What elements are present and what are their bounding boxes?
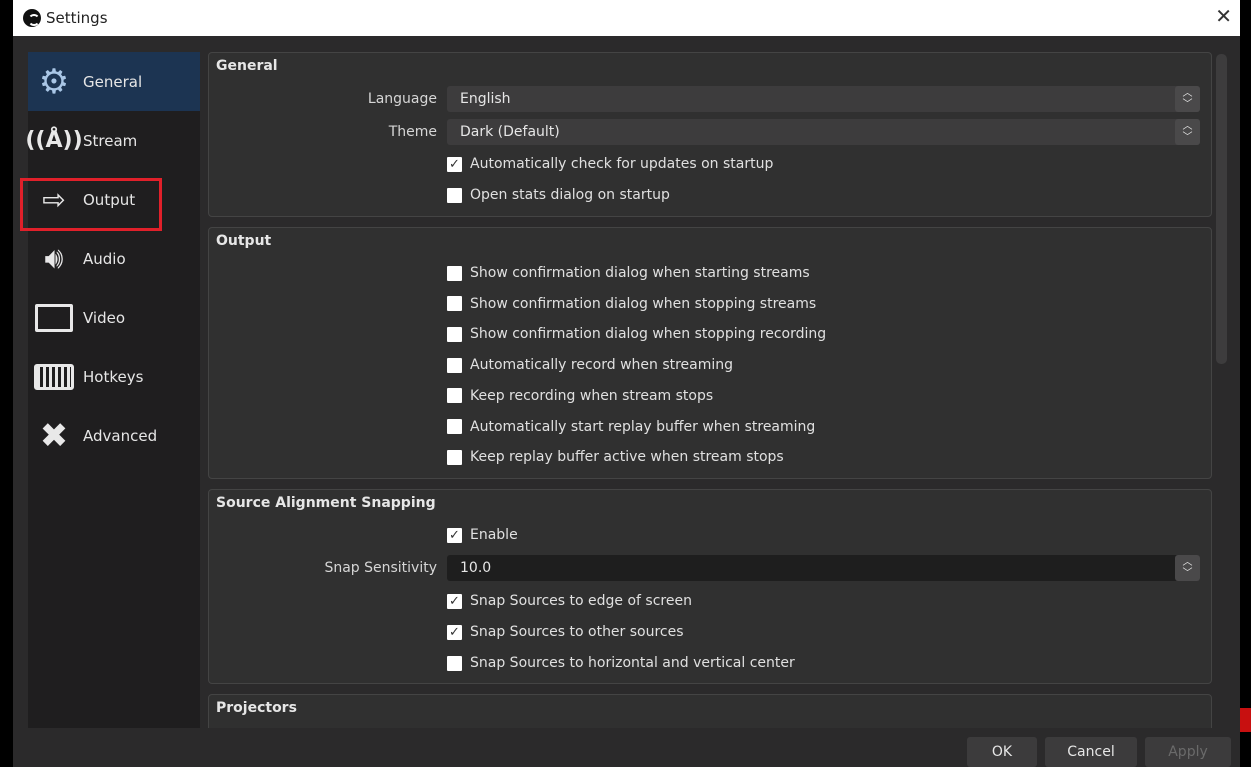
output-checkbox[interactable]: Automatically record when streaming	[447, 357, 733, 373]
sidebar-item-label: Hotkeys	[83, 367, 144, 386]
checkbox-label: Snap Sources to edge of screen	[470, 593, 692, 609]
checkbox-unchecked	[447, 388, 462, 404]
checkbox-unchecked	[447, 326, 462, 342]
open-stats-checkbox[interactable]: Open stats dialog on startup	[447, 187, 670, 203]
window-title: Settings	[46, 9, 108, 27]
snap-edge-checkbox[interactable]: ✓ Snap Sources to edge of screen	[447, 593, 692, 609]
language-label: Language	[367, 91, 437, 107]
sidebar: ⚙ General ((Å)) Stream ⇨ Output 🔊︎ Audio Vid…	[25, 52, 200, 728]
general-group: General Language English ︿ ﹀ Theme Dark (D…	[208, 52, 1212, 217]
sidebar-item-label: Video	[83, 308, 126, 327]
checkbox-unchecked	[447, 655, 462, 671]
output-checkbox[interactable]: Show confirmation dialog when stopping s…	[447, 296, 816, 312]
group-title: Projectors	[216, 700, 297, 716]
sidebar-item-label: General	[83, 72, 143, 91]
sidebar-item-stream[interactable]: ((Å)) Stream	[25, 111, 200, 170]
antenna-icon: ((Å))	[25, 128, 83, 153]
spin-arrows-icon[interactable]: ︿ ﹀	[1175, 555, 1200, 581]
checkbox-label: Automatically record when streaming	[470, 357, 734, 374]
output-checkbox[interactable]: Show confirmation dialog when starting s…	[447, 265, 810, 281]
obs-logo-icon	[23, 9, 41, 27]
checkbox-label: Enable	[470, 527, 518, 543]
close-icon[interactable]: ✕	[1215, 4, 1232, 28]
settings-window: Settings ✕ ⚙ General ((Å)) Stream ⇨ Output …	[13, 0, 1240, 767]
output-checkbox[interactable]: Keep recording when stream stops	[447, 388, 713, 404]
checkbox-label: Open stats dialog on startup	[470, 187, 670, 203]
output-checkbox[interactable]: Automatically start replay buffer when s…	[447, 419, 815, 435]
scrollbar-thumb[interactable]	[1216, 54, 1227, 364]
output-group: Output Show confirmation dialog when sta…	[208, 227, 1212, 479]
speaker-icon: 🔊︎	[44, 241, 64, 276]
output-highlight-box	[20, 178, 162, 231]
snap-sensitivity-input[interactable]: 10.0 ︿ ﹀	[447, 555, 1200, 581]
theme-select[interactable]: Dark (Default) ︿ ﹀	[447, 119, 1200, 145]
ok-button[interactable]: OK	[967, 737, 1037, 767]
snap-sensitivity-value: 10.0	[460, 560, 492, 576]
checkbox-label: Keep replay buffer active when stream st…	[470, 449, 784, 466]
snap-sources-checkbox[interactable]: ✓ Snap Sources to other sources	[447, 624, 684, 640]
group-title: General	[216, 58, 278, 74]
sidebar-item-hotkeys[interactable]: Hotkeys	[28, 347, 200, 406]
sidebar-item-video[interactable]: Video	[28, 288, 200, 347]
output-checkbox[interactable]: Show confirmation dialog when stopping r…	[447, 326, 826, 342]
content-scrollbar[interactable]	[1215, 52, 1228, 728]
sidebar-item-advanced[interactable]: ✖ Advanced	[28, 406, 200, 465]
cancel-button[interactable]: Cancel	[1045, 737, 1137, 767]
checkbox-unchecked	[447, 419, 462, 434]
language-select[interactable]: English ︿ ﹀	[447, 86, 1200, 112]
checkbox-checked: ✓	[447, 624, 462, 640]
checkbox-unchecked	[447, 357, 462, 373]
checkbox-label: Show confirmation dialog when stopping r…	[470, 326, 827, 343]
checkbox-unchecked	[447, 265, 462, 281]
chevron-updown-icon: ︿ ﹀	[1175, 86, 1200, 112]
checkbox-unchecked	[447, 187, 462, 203]
auto-update-checkbox[interactable]: ✓ Automatically check for updates on star…	[447, 156, 773, 172]
checkbox-label: Automatically start replay buffer when s…	[470, 418, 816, 435]
overlay-tag	[1240, 708, 1251, 732]
checkbox-label: Automatically check for updates on start…	[470, 156, 774, 172]
sidebar-item-general[interactable]: ⚙ General	[28, 52, 200, 111]
snap-sensitivity-label: Snap Sensitivity	[324, 560, 437, 576]
output-checkbox[interactable]: Keep replay buffer active when stream st…	[447, 449, 784, 465]
monitor-icon	[31, 296, 77, 340]
checkbox-unchecked	[447, 449, 462, 465]
gear-icon: ⚙	[38, 61, 70, 102]
keyboard-icon	[31, 355, 77, 399]
theme-value: Dark (Default)	[460, 124, 560, 140]
checkbox-label: Show confirmation dialog when stopping s…	[470, 295, 817, 312]
projectors-group: Projectors	[208, 694, 1212, 728]
theme-label: Theme	[388, 124, 437, 140]
sidebar-item-label: Audio	[83, 249, 126, 268]
sidebar-item-label: Advanced	[83, 426, 158, 445]
group-title: Source Alignment Snapping	[216, 495, 436, 511]
group-title: Output	[216, 233, 272, 249]
snap-center-checkbox[interactable]: Snap Sources to horizontal and vertical …	[447, 655, 795, 671]
snapping-group: Source Alignment Snapping ✓ Enable Snap S…	[208, 489, 1212, 684]
title-bar: Settings ✕	[13, 0, 1240, 36]
sidebar-item-label: Stream	[83, 131, 138, 150]
checkbox-checked: ✓	[447, 593, 462, 609]
checkbox-label: Snap Sources to other sources	[470, 624, 684, 640]
chevron-updown-icon: ︿ ﹀	[1175, 119, 1200, 145]
sidebar-item-audio[interactable]: 🔊︎ Audio	[28, 229, 200, 288]
checkbox-checked: ✓	[447, 527, 462, 543]
checkbox-unchecked	[447, 296, 462, 312]
checkbox-checked: ✓	[447, 156, 462, 172]
tools-icon: ✖	[39, 415, 69, 456]
snap-enable-checkbox[interactable]: ✓ Enable	[447, 527, 518, 543]
checkbox-label: Keep recording when stream stops	[470, 387, 714, 404]
checkbox-label: Show confirmation dialog when starting s…	[470, 265, 810, 281]
apply-button[interactable]: Apply	[1145, 737, 1231, 767]
checkbox-label: Snap Sources to horizontal and vertical …	[470, 655, 795, 671]
language-value: English	[460, 91, 511, 107]
settings-content: General Language English ︿ ﹀ Theme Dark (D…	[208, 52, 1212, 728]
